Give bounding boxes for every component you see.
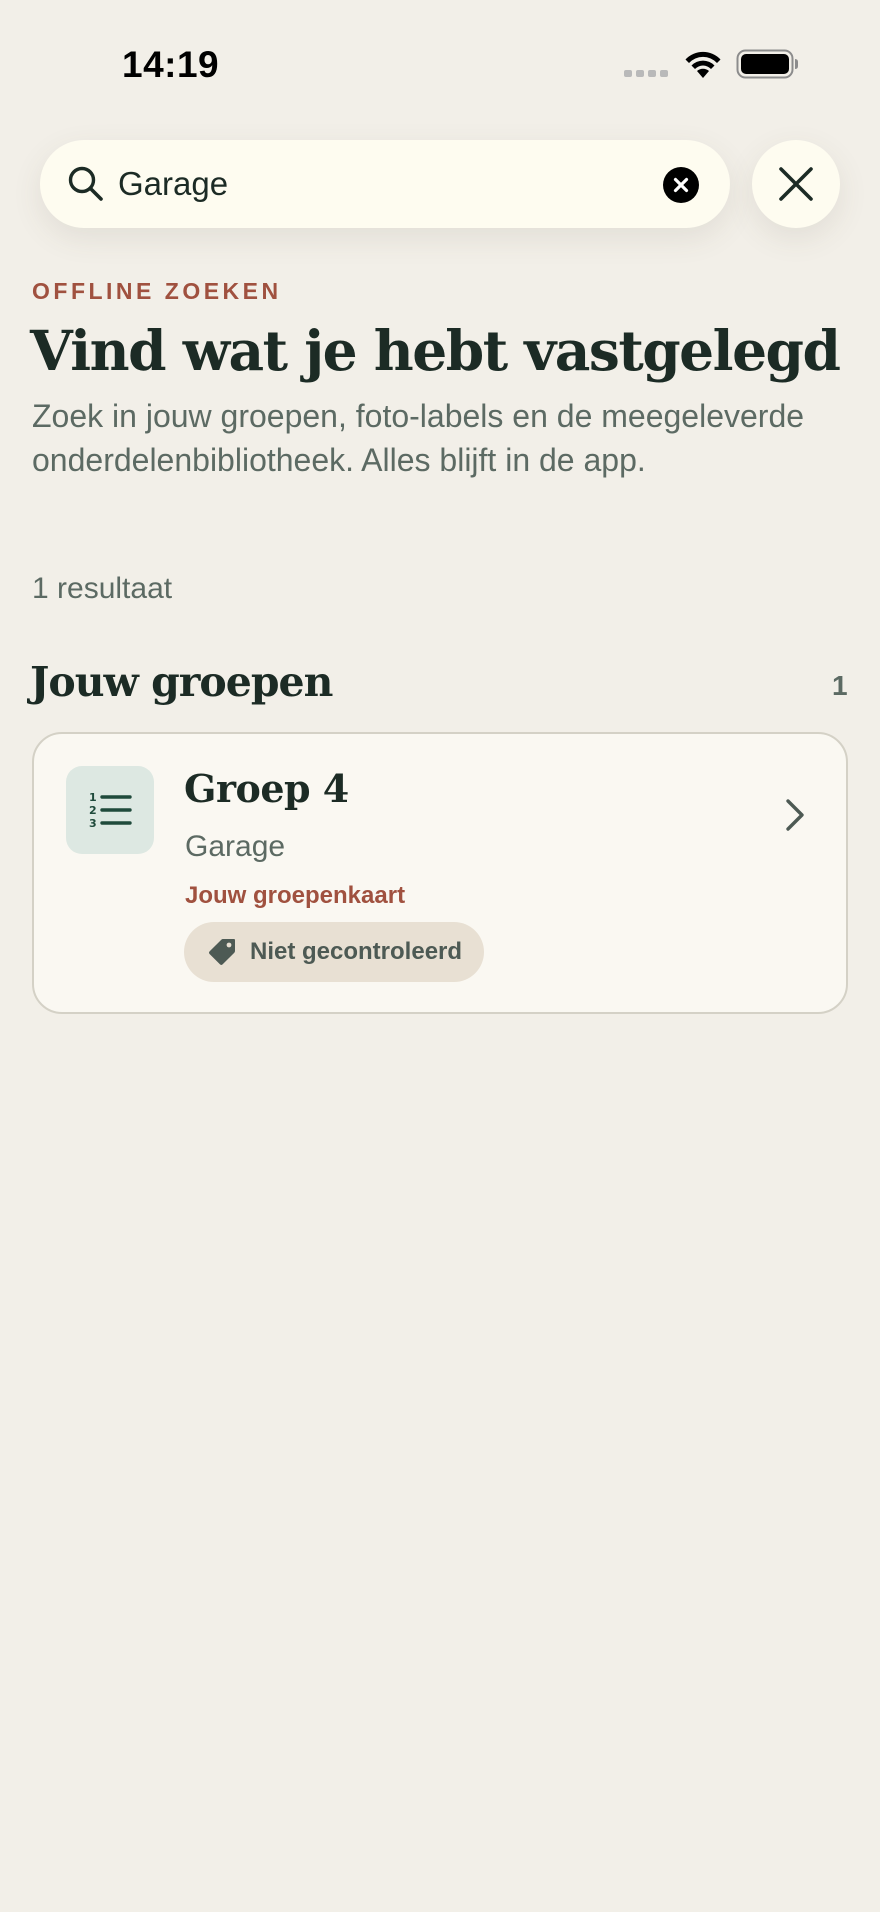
search-screen: 14:19 Garage OFFLINE ZOEKEN Vind wat je … [0, 0, 880, 1912]
wifi-icon [685, 51, 721, 78]
numbered-list-icon: 1 2 3 [89, 791, 132, 830]
close-search-button[interactable] [752, 140, 840, 228]
result-icon-tile: 1 2 3 [66, 766, 154, 854]
search-input[interactable] [118, 158, 638, 210]
search-bar [40, 140, 730, 228]
clear-search-button[interactable] [663, 167, 699, 203]
svg-text:3: 3 [89, 817, 97, 830]
section-eyebrow: OFFLINE ZOEKEN [32, 278, 282, 304]
status-time: 14:19 [122, 44, 220, 85]
chevron-right-icon [786, 799, 804, 831]
result-subtitle: Garage [185, 830, 286, 863]
section-title-groups: Jouw groepen [30, 658, 333, 706]
result-card-group[interactable]: 1 2 3 Groep 4 Garage Jouw groepenkaart N… [32, 732, 848, 1014]
tag-icon [209, 939, 235, 965]
battery-icon [736, 49, 798, 79]
page-title: Vind wat je hebt vastgelegd [30, 318, 841, 383]
cellular-signal-icon [624, 70, 668, 77]
close-icon [779, 167, 813, 201]
svg-text:2: 2 [89, 804, 97, 817]
result-source-label: Jouw groepenkaart [185, 882, 406, 909]
svg-text:1: 1 [89, 791, 97, 804]
status-chip-label: Niet gecontroleerd [250, 938, 463, 965]
section-count-badge: 1 [832, 670, 848, 701]
clear-circle-icon [673, 177, 689, 193]
status-bar: 14:19 [0, 0, 880, 130]
result-count: 1 resultaat [32, 572, 173, 605]
result-title: Groep 4 [184, 766, 349, 811]
page-description: Zoek in jouw groepen, foto-labels en de … [32, 398, 805, 478]
search-icon [68, 166, 103, 201]
status-chip: Niet gecontroleerd [184, 922, 485, 982]
